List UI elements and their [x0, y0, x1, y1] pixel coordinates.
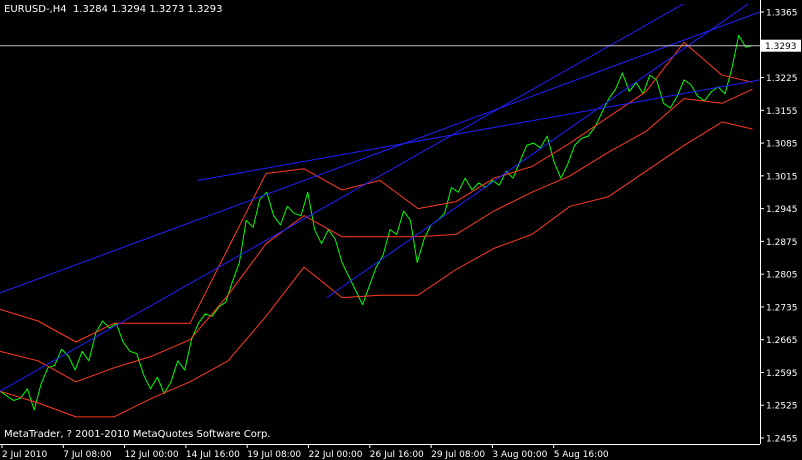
- price-tick-label: 1.2665: [766, 336, 798, 346]
- price-chart[interactable]: 1.33651.32951.32251.31551.30851.30151.29…: [0, 0, 802, 460]
- bollinger-band-line: [0, 121, 753, 418]
- price-tick-label: 1.2805: [766, 271, 798, 281]
- axis-layer: [0, 0, 764, 448]
- chart-header: EURUSD-,H4 1.3284 1.3294 1.3273 1.3293: [4, 4, 222, 16]
- time-tick-label: 3 Aug 00:00: [492, 450, 547, 460]
- price-tick-label: 1.3225: [766, 74, 798, 84]
- time-tick-label: 22 Jul 00:00: [309, 450, 363, 460]
- time-tick-label: 2 Jul 2010: [2, 450, 47, 460]
- price-tick-label: 1.3365: [766, 9, 798, 19]
- series-group: [0, 4, 760, 418]
- time-tick-label: 26 Jul 16:00: [370, 450, 424, 460]
- time-tick-label: 29 Jul 08:00: [431, 450, 485, 460]
- time-tick-label: 19 Jul 08:00: [247, 450, 301, 460]
- time-tick-label: 5 Aug 16:00: [554, 450, 609, 460]
- time-tick-label: 14 Jul 16:00: [186, 450, 240, 460]
- price-tick-label: 1.3155: [766, 107, 798, 117]
- ohlc-values: 1.3284 1.3294 1.3273 1.3293: [72, 4, 223, 15]
- trendline: [0, 11, 760, 294]
- price-tick-label: 1.2595: [766, 369, 798, 379]
- symbol-label: EURUSD-,H4: [4, 4, 67, 15]
- series-layer: [0, 4, 760, 418]
- price-line: [0, 34, 753, 411]
- trendline: [0, 4, 685, 392]
- chart-window[interactable]: 1.33651.32951.32251.31551.30851.30151.29…: [0, 0, 802, 460]
- trendline: [197, 79, 760, 181]
- price-tick-label: 1.3015: [766, 172, 798, 182]
- copyright-text: MetaTrader, ? 2001-2010 MetaQuotes Softw…: [4, 429, 271, 440]
- label-layer: 1.33651.32951.32251.31551.30851.30151.29…: [2, 9, 801, 460]
- time-tick-label: 12 Jul 00:00: [125, 450, 179, 460]
- time-tick-label: 7 Jul 08:00: [63, 450, 112, 460]
- current-price-label: 1.3293: [765, 42, 797, 52]
- price-tick-label: 1.2945: [766, 205, 798, 215]
- price-tick-label: 1.3085: [766, 140, 798, 150]
- trendline: [326, 4, 749, 299]
- bollinger-band-line: [0, 88, 753, 383]
- price-tick-label: 1.2455: [766, 435, 798, 445]
- price-tick-label: 1.2525: [766, 402, 798, 412]
- price-tick-label: 1.2735: [766, 303, 798, 313]
- price-tick-label: 1.2875: [766, 238, 798, 248]
